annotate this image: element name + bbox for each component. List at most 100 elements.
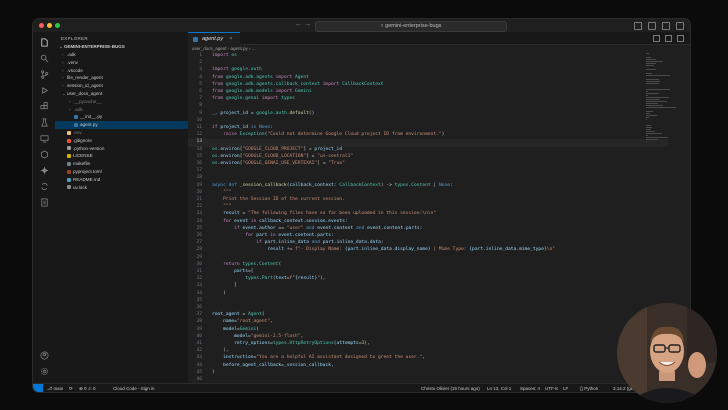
line-number[interactable]: 7 bbox=[188, 96, 202, 101]
code-line[interactable]: import os bbox=[212, 53, 237, 58]
code-line[interactable]: model="gemini-2.5-flash", bbox=[212, 334, 303, 339]
eol-status[interactable]: LF bbox=[563, 384, 568, 392]
problems-status[interactable]: ⊗ 0 ⚠ 0 bbox=[79, 384, 96, 392]
tree-item[interactable]: makefile bbox=[55, 160, 188, 168]
tree-item[interactable]: › file_render_agent bbox=[55, 74, 188, 82]
back-button[interactable]: ← bbox=[295, 21, 302, 28]
code-line[interactable]: raise Exception("Could not determine Goo… bbox=[212, 132, 444, 137]
line-number[interactable]: 30 bbox=[188, 262, 202, 267]
language-mode[interactable]: {} Python bbox=[580, 384, 598, 392]
code-line[interactable]: from google.adk.agents import Agent bbox=[212, 75, 309, 80]
code-line[interactable]: from google.adk.models import Gemini bbox=[212, 89, 312, 94]
line-number[interactable]: 32 bbox=[188, 276, 202, 281]
code-line[interactable]: result = "The following files have so fa… bbox=[212, 211, 436, 216]
line-number[interactable]: 44 bbox=[188, 363, 202, 368]
encoding-status[interactable]: UTF-8 bbox=[545, 384, 558, 392]
tree-item[interactable]: agent.py bbox=[55, 121, 188, 129]
line-number[interactable]: 27 bbox=[188, 240, 202, 245]
code-line[interactable]: ) bbox=[212, 370, 215, 375]
code-line[interactable]: for part in event.content.parts: bbox=[212, 233, 334, 238]
line-number[interactable]: 18 bbox=[188, 175, 202, 180]
line-number[interactable]: 16 bbox=[188, 161, 202, 166]
line-number[interactable]: 5 bbox=[188, 82, 202, 87]
more-actions-icon[interactable] bbox=[677, 35, 684, 42]
testing-icon[interactable] bbox=[39, 117, 49, 127]
line-number[interactable]: 13 bbox=[188, 139, 202, 144]
code-line[interactable]: Print the Session ID of the current sess… bbox=[212, 197, 345, 202]
breadcrumb[interactable]: user_docs_agent › agent.py › ... bbox=[192, 45, 256, 52]
gear-icon[interactable] bbox=[39, 366, 49, 376]
toggle-panel-icon[interactable] bbox=[648, 22, 656, 30]
tab-agent-py[interactable]: agent.py × bbox=[188, 32, 241, 45]
minimize-window-button[interactable] bbox=[47, 23, 52, 28]
line-number[interactable]: 4 bbox=[188, 75, 202, 80]
line-number[interactable]: 20 bbox=[188, 190, 202, 195]
line-number[interactable]: 25 bbox=[188, 226, 202, 231]
line-number[interactable]: 21 bbox=[188, 197, 202, 202]
code-line[interactable]: ), bbox=[212, 348, 229, 353]
line-number[interactable]: 41 bbox=[188, 341, 202, 346]
line-number[interactable]: 10 bbox=[188, 118, 202, 123]
tree-item[interactable]: › .venv bbox=[55, 59, 188, 67]
code-line[interactable]: return types.Content( bbox=[212, 262, 281, 267]
line-number[interactable]: 2 bbox=[188, 60, 202, 65]
tree-item[interactable]: __init__.py bbox=[55, 113, 188, 121]
line-number[interactable]: 1 bbox=[188, 53, 202, 58]
code-line[interactable]: ) bbox=[212, 291, 226, 296]
source-control-icon[interactable] bbox=[39, 69, 49, 79]
code-line[interactable]: types.Part(text=f"{result}"), bbox=[212, 276, 325, 281]
line-number[interactable]: 36 bbox=[188, 305, 202, 310]
run-debug-icon[interactable] bbox=[39, 85, 49, 95]
code-line[interactable]: ] bbox=[212, 283, 237, 288]
code-line[interactable]: import google.auth bbox=[212, 67, 262, 72]
line-number[interactable]: 11 bbox=[188, 125, 202, 130]
forward-button[interactable]: → bbox=[304, 21, 311, 28]
command-center-search[interactable]: ⌕ gemini-enterprise-bugs bbox=[315, 21, 507, 32]
split-editor-icon[interactable] bbox=[665, 35, 672, 42]
zoom-window-button[interactable] bbox=[55, 23, 60, 28]
customize-layout-icon[interactable] bbox=[676, 22, 684, 30]
tree-item[interactable]: ⌄user_docs_agent bbox=[55, 90, 188, 98]
line-number[interactable]: 12 bbox=[188, 132, 202, 137]
tree-item[interactable]: › session_id_agent bbox=[55, 82, 188, 90]
line-number[interactable]: 19 bbox=[188, 183, 202, 188]
tree-item[interactable]: › __pycache__ bbox=[55, 98, 188, 106]
tree-item[interactable]: .env bbox=[55, 129, 188, 137]
line-number[interactable]: 23 bbox=[188, 211, 202, 216]
line-number[interactable]: 22 bbox=[188, 204, 202, 209]
run-file-icon[interactable] bbox=[653, 35, 660, 42]
tree-item[interactable]: README.md bbox=[55, 176, 188, 184]
line-number[interactable]: 33 bbox=[188, 283, 202, 288]
line-number[interactable]: 31 bbox=[188, 269, 202, 274]
cloud-code-icon[interactable] bbox=[39, 149, 49, 159]
line-number[interactable]: 8 bbox=[188, 103, 202, 108]
line-number[interactable]: 3 bbox=[188, 67, 202, 72]
line-number[interactable]: 29 bbox=[188, 255, 202, 260]
sync-status[interactable]: ⟳ bbox=[69, 384, 73, 392]
code-line[interactable]: result += f"- Display Name: {part.inline… bbox=[212, 247, 555, 252]
remote-indicator[interactable] bbox=[33, 384, 43, 392]
code-line[interactable]: _, project_id = google.auth.default() bbox=[212, 111, 314, 116]
account-icon[interactable] bbox=[39, 350, 49, 360]
git-blame-status[interactable]: Christo Olivier (15 hours ago) bbox=[421, 384, 480, 392]
code-line[interactable]: async def _session_callback(callback_con… bbox=[212, 183, 453, 188]
code-line[interactable]: from google.adk.agents.callback_context … bbox=[212, 82, 384, 87]
code-line[interactable]: instruction="You are a helpful AI assist… bbox=[212, 355, 425, 360]
toggle-secondary-sidebar-icon[interactable] bbox=[662, 22, 670, 30]
line-number[interactable]: 35 bbox=[188, 298, 202, 303]
line-number[interactable]: 45 bbox=[188, 370, 202, 375]
line-number[interactable]: 46 bbox=[188, 377, 202, 382]
line-number[interactable]: 17 bbox=[188, 168, 202, 173]
workspace-root[interactable]: ⌄ GEMINI-ENTERPRISE-BUGS bbox=[59, 44, 125, 50]
line-number[interactable]: 42 bbox=[188, 348, 202, 353]
tree-item[interactable]: .python-version bbox=[55, 145, 188, 153]
line-number[interactable]: 39 bbox=[188, 327, 202, 332]
line-number[interactable]: 6 bbox=[188, 89, 202, 94]
cloud-code-status[interactable]: Cloud Code - Sign in bbox=[113, 384, 155, 392]
line-number[interactable]: 14 bbox=[188, 147, 202, 152]
remote-explorer-icon[interactable] bbox=[39, 133, 49, 143]
search-icon[interactable] bbox=[39, 53, 49, 63]
code-line[interactable]: """ bbox=[212, 190, 231, 195]
line-number[interactable]: 26 bbox=[188, 233, 202, 238]
code-line[interactable]: model=Gemini( bbox=[212, 327, 259, 332]
